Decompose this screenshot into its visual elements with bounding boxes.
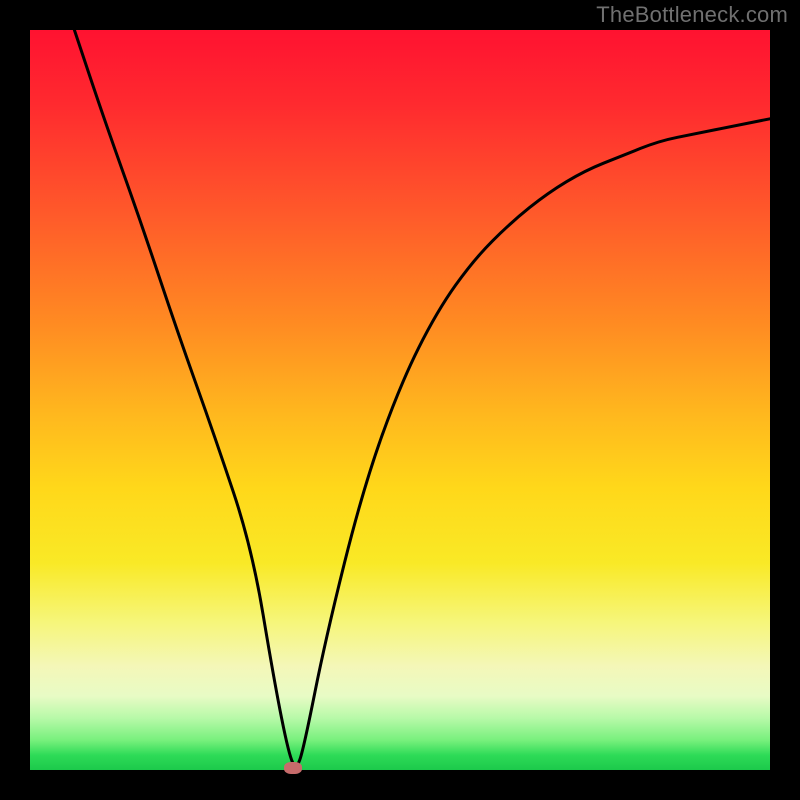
plot-area xyxy=(30,30,770,770)
bottleneck-curve xyxy=(74,30,770,766)
watermark-label: TheBottleneck.com xyxy=(596,2,788,28)
chart-frame: TheBottleneck.com xyxy=(0,0,800,800)
minimum-marker xyxy=(284,762,302,774)
curve-svg xyxy=(30,30,770,770)
